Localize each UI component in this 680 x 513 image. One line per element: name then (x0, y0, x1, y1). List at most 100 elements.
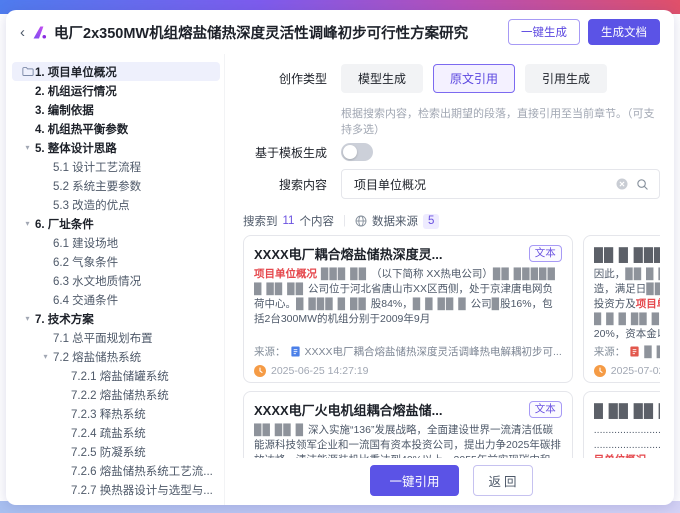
generate-document-button[interactable]: 生成文档 (588, 19, 660, 45)
results-meta: 搜索到 11 个内容 | 数据来源 5 (243, 213, 660, 229)
redacted-text: ██ ██ █ (254, 424, 308, 436)
sidebar-item-label: 7.2.2 熔盐储热系统 (71, 387, 169, 403)
sidebar-item[interactable]: 6.4 交通条件 (12, 290, 220, 309)
text-type-badge: 文本 (529, 245, 562, 262)
snippet-text: ........................................… (594, 424, 660, 451)
chevron-down-icon[interactable]: ▾ (20, 143, 35, 152)
clear-icon[interactable] (616, 178, 628, 190)
sidebar-item[interactable]: 4. 机组热平衡参数 (12, 119, 220, 138)
redacted-text: ███ ██ (317, 268, 371, 280)
sidebar-item-label: 2. 机组运行情况 (35, 83, 117, 99)
timestamp: 2025-07-02 14:02:35 (611, 365, 660, 377)
back-chevron-icon[interactable]: ‹ (20, 25, 25, 40)
sidebar-item[interactable]: ▾6. 厂址条件 (12, 214, 220, 233)
sidebar-item-label: 5.3 改造的优点 (53, 197, 130, 213)
one-click-generate-button[interactable]: 一键生成 (508, 19, 580, 45)
sidebar-item[interactable]: 5.2 系统主要参数 (12, 176, 220, 195)
source-file-link[interactable]: XXXX电厂耦合熔盐储热深度灵活调峰热电解耦初步可... (305, 344, 562, 359)
snippet-text: 因此， (594, 268, 626, 280)
sidebar-item-label: 7.2.4 疏盐系统 (71, 425, 146, 441)
sidebar-item[interactable]: 1. 项目单位概况 (12, 62, 220, 81)
sidebar-item[interactable]: 7.2.3 释热系统 (12, 404, 220, 423)
timestamp: 2025-06-25 14:27:19 (271, 365, 369, 377)
card-snippet: ██ ██ █ 深入实施“136”发展战略，全面建设世界一流清洁低碳能源科技领军… (254, 423, 562, 458)
card-title: XXXX电厂耦合熔盐储热深度灵... (254, 244, 521, 263)
main-content: 创作类型 模型生成原文引用引用生成 根据搜索内容，检索出期望的段落，直接引用至当… (225, 54, 674, 505)
pdf-file-icon (629, 346, 640, 357)
sidebar-item-label: 7.2.1 熔盐储罐系统 (71, 368, 169, 384)
footer-actions: 一键引用 返回 (243, 458, 660, 501)
sidebar-item-label: 7.2.3 释热系统 (71, 406, 146, 422)
creation-type-group: 模型生成原文引用引用生成 (341, 64, 617, 93)
creation-type-hint: 根据搜索内容，检索出期望的段落，直接引用至当前章节。（可支持多选） (341, 105, 660, 137)
data-source-label[interactable]: 数据来源 (372, 213, 418, 229)
chevron-down-icon[interactable]: ▾ (20, 314, 35, 323)
redacted-text: ██ █ █ ████████ ██ (625, 268, 660, 280)
template-toggle-label: 基于模板生成 (243, 144, 327, 161)
page-title: 电厂2x350MW机组熔盐储热深度灵活性调峰初步可行性方案研究 (54, 22, 508, 43)
sidebar-item[interactable]: 5.1 设计工艺流程 (12, 157, 220, 176)
sidebar-item[interactable]: 7.2.1 熔盐储罐系统 (12, 366, 220, 385)
sidebar-item-label: 7.2.6 熔盐储热系统工艺流... (71, 463, 213, 479)
cite-button[interactable]: 一键引用 (370, 465, 458, 496)
keyword-highlight: 项目单位概况 (254, 268, 317, 280)
sidebar-item[interactable]: 6.1 建设场地 (12, 233, 220, 252)
result-card[interactable]: XXXX电厂耦合熔盐储热深度灵...文本项目单位概况 ███ ██ （以下简称 … (243, 235, 573, 383)
sidebar-item[interactable]: ▾7.2 熔盐储热系统 (12, 347, 220, 366)
card-date-row: 2025-06-25 14:27:19 (254, 365, 562, 377)
redacted-text: █ █ ██ █ (413, 298, 471, 310)
template-toggle[interactable] (341, 143, 373, 161)
sidebar-item[interactable]: ▾5. 整体设计思路 (12, 138, 220, 157)
sidebar-item-label: 6.2 气象条件 (53, 254, 118, 270)
sidebar-item[interactable]: ▾7. 技术方案 (12, 309, 220, 328)
sidebar-item[interactable]: 6.2 气象条件 (12, 252, 220, 271)
document-file-icon (290, 346, 301, 357)
sidebar-item-label: 3. 编制依据 (35, 102, 94, 118)
return-button[interactable]: 返回 (473, 465, 533, 496)
creation-type-option[interactable]: 原文引用 (433, 64, 515, 93)
sidebar-item[interactable]: 7.2.5 防凝系统 (12, 442, 220, 461)
creation-type-option[interactable]: 引用生成 (525, 64, 607, 93)
search-input[interactable] (352, 176, 608, 192)
sidebar-item[interactable]: 6.3 水文地质情况 (12, 271, 220, 290)
creation-type-option[interactable]: 模型生成 (341, 64, 423, 93)
app-window: ‹ 电厂2x350MW机组熔盐储热深度灵活性调峰初步可行性方案研究 一键生成 生… (6, 10, 674, 505)
meta-divider: | (343, 215, 346, 227)
chevron-down-icon[interactable]: ▾ (38, 352, 53, 361)
sidebar-item[interactable]: 7.2.2 熔盐储热系统 (12, 385, 220, 404)
clock-icon (594, 365, 606, 377)
source-label: 来源： (594, 344, 626, 359)
card-title: ██ █ ████ ██可研报告汇... (594, 244, 660, 263)
sidebar-item-label: 4. 机组热平衡参数 (35, 121, 128, 137)
card-date-row: 2025-07-02 14:02:35 (594, 365, 660, 377)
snippet-text: XXXX电厂耦合熔盐储热深度灵... (254, 247, 443, 262)
sidebar-item[interactable]: 7.2.7 换热器设计与选型与... (12, 480, 220, 499)
source-file-link[interactable]: █ ███ ██ ███可研报告汇总230826.pdf (644, 344, 660, 359)
sidebar-item[interactable]: 5.3 改造的优点 (12, 195, 220, 214)
result-card[interactable]: XXXX电厂火电机组耦合熔盐储...文本██ ██ █ 深入实施“136”发展战… (243, 391, 573, 458)
source-label: 来源： (254, 344, 286, 359)
result-card[interactable]: ██ █ ████ ██可研报告汇...文本因此，██ █ █ ████████… (583, 235, 660, 383)
sidebar-item[interactable]: 7.2.4 疏盐系统 (12, 423, 220, 442)
toggle-knob (343, 145, 357, 159)
folder-icon (20, 66, 35, 77)
result-card[interactable]: █ ██ ██ █可研报告汇...文本.....................… (583, 391, 660, 458)
redacted-text: ██ █ ████ ██ (594, 247, 660, 262)
outline-sidebar: 1. 项目单位概况 2. 机组运行情况 3. 编制依据 4. 机组热平衡参数▾5. 整… (6, 54, 225, 505)
creation-type-label: 创作类型 (243, 70, 327, 87)
sidebar-item[interactable]: 2. 机组运行情况 (12, 81, 220, 100)
card-title: █ ██ ██ █可研报告汇... (594, 400, 660, 419)
sidebar-item-label: 5.1 设计工艺流程 (53, 159, 141, 175)
data-source-count[interactable]: 5 (423, 214, 439, 229)
sidebar-item[interactable]: 7.2.6 熔盐储热系统工艺流... (12, 461, 220, 480)
snippet-text: 公司 (471, 298, 492, 310)
results-count-suffix: 个内容 (299, 213, 334, 229)
sidebar-item-label: 5.2 系统主要参数 (53, 178, 141, 194)
chevron-down-icon[interactable]: ▾ (20, 219, 35, 228)
sidebar-item[interactable]: 7.1 总平面规划布置 (12, 328, 220, 347)
sidebar-item-label: 6. 厂址条件 (35, 216, 94, 232)
sidebar-item[interactable]: 3. 编制依据 (12, 100, 220, 119)
results-grid: XXXX电厂耦合熔盐储热深度灵...文本项目单位概况 ███ ██ （以下简称 … (243, 235, 660, 458)
snippet-text: XXXX电厂火电机组耦合熔盐储... (254, 403, 443, 418)
search-icon[interactable] (636, 178, 649, 191)
